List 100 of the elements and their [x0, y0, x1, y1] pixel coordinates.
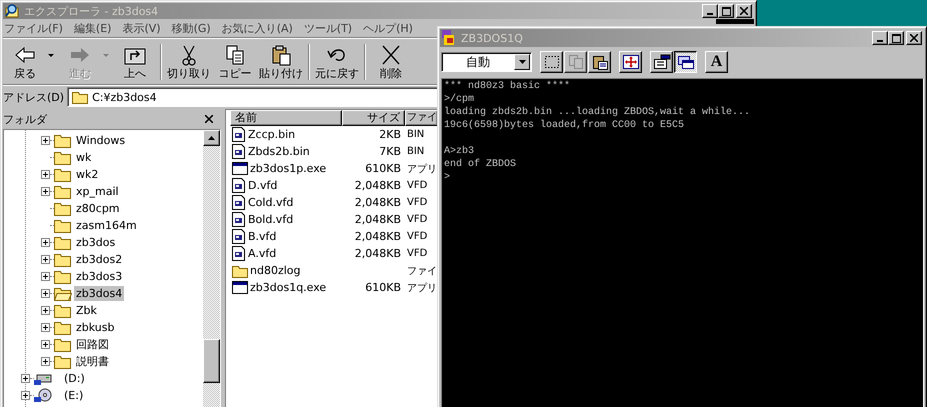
folder-icon [54, 252, 72, 267]
file-type: VFD [407, 231, 428, 242]
tree-item[interactable]: wk2 [74, 167, 100, 182]
document-icon [232, 212, 246, 227]
file-name[interactable]: D.vfd [248, 179, 278, 192]
column-header[interactable]: 名前 [230, 110, 342, 126]
document-icon [232, 229, 246, 244]
file-size: 2,048KB [354, 213, 401, 226]
tree-item[interactable]: 説明書 [74, 354, 111, 369]
file-name[interactable]: Zbds2b.bin [248, 145, 310, 158]
scroll-up-button[interactable] [203, 130, 220, 146]
expand-icon[interactable] [41, 238, 50, 247]
close-button[interactable] [906, 31, 922, 45]
folder-magnifier-icon [5, 3, 21, 19]
column-header[interactable]: ファイ [405, 110, 438, 126]
folder-icon [54, 133, 72, 148]
file-name[interactable]: nd80zlog [250, 264, 300, 277]
folder-icon [54, 354, 72, 369]
expand-icon[interactable] [41, 340, 50, 349]
maximize-button[interactable] [718, 4, 734, 18]
font-button[interactable]: A [705, 51, 728, 73]
windows-icon [676, 54, 694, 70]
font-size-dropdown[interactable]: 自動 [441, 52, 532, 72]
expand-icon[interactable] [41, 170, 50, 179]
expand-icon[interactable] [41, 289, 50, 298]
folder-icon [54, 201, 72, 216]
paste-button[interactable]: 貼り付け [257, 44, 305, 80]
console-line: 19c6(6598)bytes loaded,from CC00 to E5C5 [444, 120, 684, 131]
console-line: A>zb3 [444, 146, 474, 157]
file-name[interactable]: Bold.vfd [248, 213, 294, 226]
file-name[interactable]: B.vfd [248, 230, 276, 243]
expand-icon[interactable] [41, 136, 50, 145]
document-icon [232, 144, 246, 159]
file-name[interactable]: Zccp.bin [248, 128, 296, 141]
paste-button[interactable] [588, 51, 611, 73]
file-name[interactable]: Cold.vfd [248, 196, 294, 209]
back-button[interactable]: 戻る [3, 44, 47, 80]
file-size: 610KB [365, 281, 401, 294]
file-name[interactable]: A.vfd [248, 247, 276, 260]
expand-icon[interactable] [21, 374, 30, 383]
tree-item[interactable]: xp_mail [74, 184, 121, 199]
tree-item[interactable]: zb3dos [74, 235, 118, 250]
properties-icon [652, 54, 670, 70]
expand-icon[interactable] [41, 323, 50, 332]
file-name[interactable]: zb3dos1q.exe [250, 281, 326, 294]
mark-button[interactable] [540, 51, 563, 73]
folder-icon [54, 269, 72, 284]
pane-title: フォルダ [3, 112, 47, 126]
tree-item[interactable]: zbkusb [74, 320, 116, 335]
expand-icon[interactable] [41, 255, 50, 264]
minimize-button[interactable] [702, 4, 718, 18]
expand-icon[interactable] [41, 187, 50, 196]
cut-button[interactable]: 切り取り [165, 44, 213, 80]
document-icon [232, 195, 246, 210]
expand-icon[interactable] [41, 357, 50, 366]
expand-icon[interactable] [41, 272, 50, 281]
tree-item[interactable]: zb3dos3 [74, 269, 124, 284]
undo-button[interactable]: 元に戻す [313, 44, 361, 80]
menu-item[interactable]: 移動(G) [170, 20, 213, 36]
application-icon [232, 162, 248, 175]
tree-item[interactable]: Windows [74, 133, 128, 148]
tree-item[interactable]: wk [74, 150, 94, 165]
maximize-icon [722, 6, 730, 16]
minimize-button[interactable] [872, 31, 888, 45]
menu-item[interactable]: 編集(E) [72, 20, 114, 36]
maximize-button[interactable] [888, 31, 904, 45]
menu-item[interactable]: ツール(T) [302, 20, 354, 36]
tree-item[interactable]: 回路図 [74, 337, 111, 352]
file-name[interactable]: zb3dos1p.exe [250, 162, 326, 175]
fullscreen-button[interactable] [619, 51, 642, 73]
tree-item[interactable]: zasm164m [74, 218, 139, 233]
close-icon[interactable] [205, 115, 213, 123]
menu-item[interactable]: 表示(V) [121, 20, 163, 36]
menu-item[interactable]: ヘルプ(H) [362, 20, 415, 36]
open-folder-icon [54, 286, 72, 301]
tree-item[interactable]: zb3dos4 [74, 286, 124, 301]
tree-item[interactable]: (E:) [62, 388, 86, 403]
tree-item[interactable]: z80cpm [74, 201, 122, 216]
menu-item[interactable]: お気に入り(A) [220, 20, 295, 36]
tree-item[interactable]: zb3dos2 [74, 252, 124, 267]
folder-icon [54, 303, 72, 318]
properties-button[interactable] [650, 51, 673, 73]
column-header[interactable]: サイズ [342, 110, 405, 126]
copy-button[interactable]: コピー [213, 44, 257, 80]
menu-item[interactable]: ファイル(F) [3, 20, 65, 36]
scrollbar[interactable] [203, 130, 220, 407]
file-type: アプリ [407, 164, 437, 174]
folder-icon [54, 150, 72, 165]
tree-item[interactable]: (D:) [62, 371, 87, 386]
expand-icon[interactable] [41, 306, 50, 315]
close-button[interactable] [736, 4, 752, 18]
scroll-thumb[interactable] [203, 339, 220, 383]
folder-icon [54, 184, 72, 199]
up-button[interactable]: 上へ [113, 44, 157, 80]
tree-item[interactable]: Zbk [74, 303, 99, 318]
expand-icon[interactable] [21, 391, 30, 400]
file-type: VFD [407, 197, 428, 208]
fullscreen-icon [622, 54, 640, 70]
delete-button[interactable]: 削除 [369, 44, 413, 80]
dropdown-arrow-icon[interactable] [48, 54, 54, 56]
